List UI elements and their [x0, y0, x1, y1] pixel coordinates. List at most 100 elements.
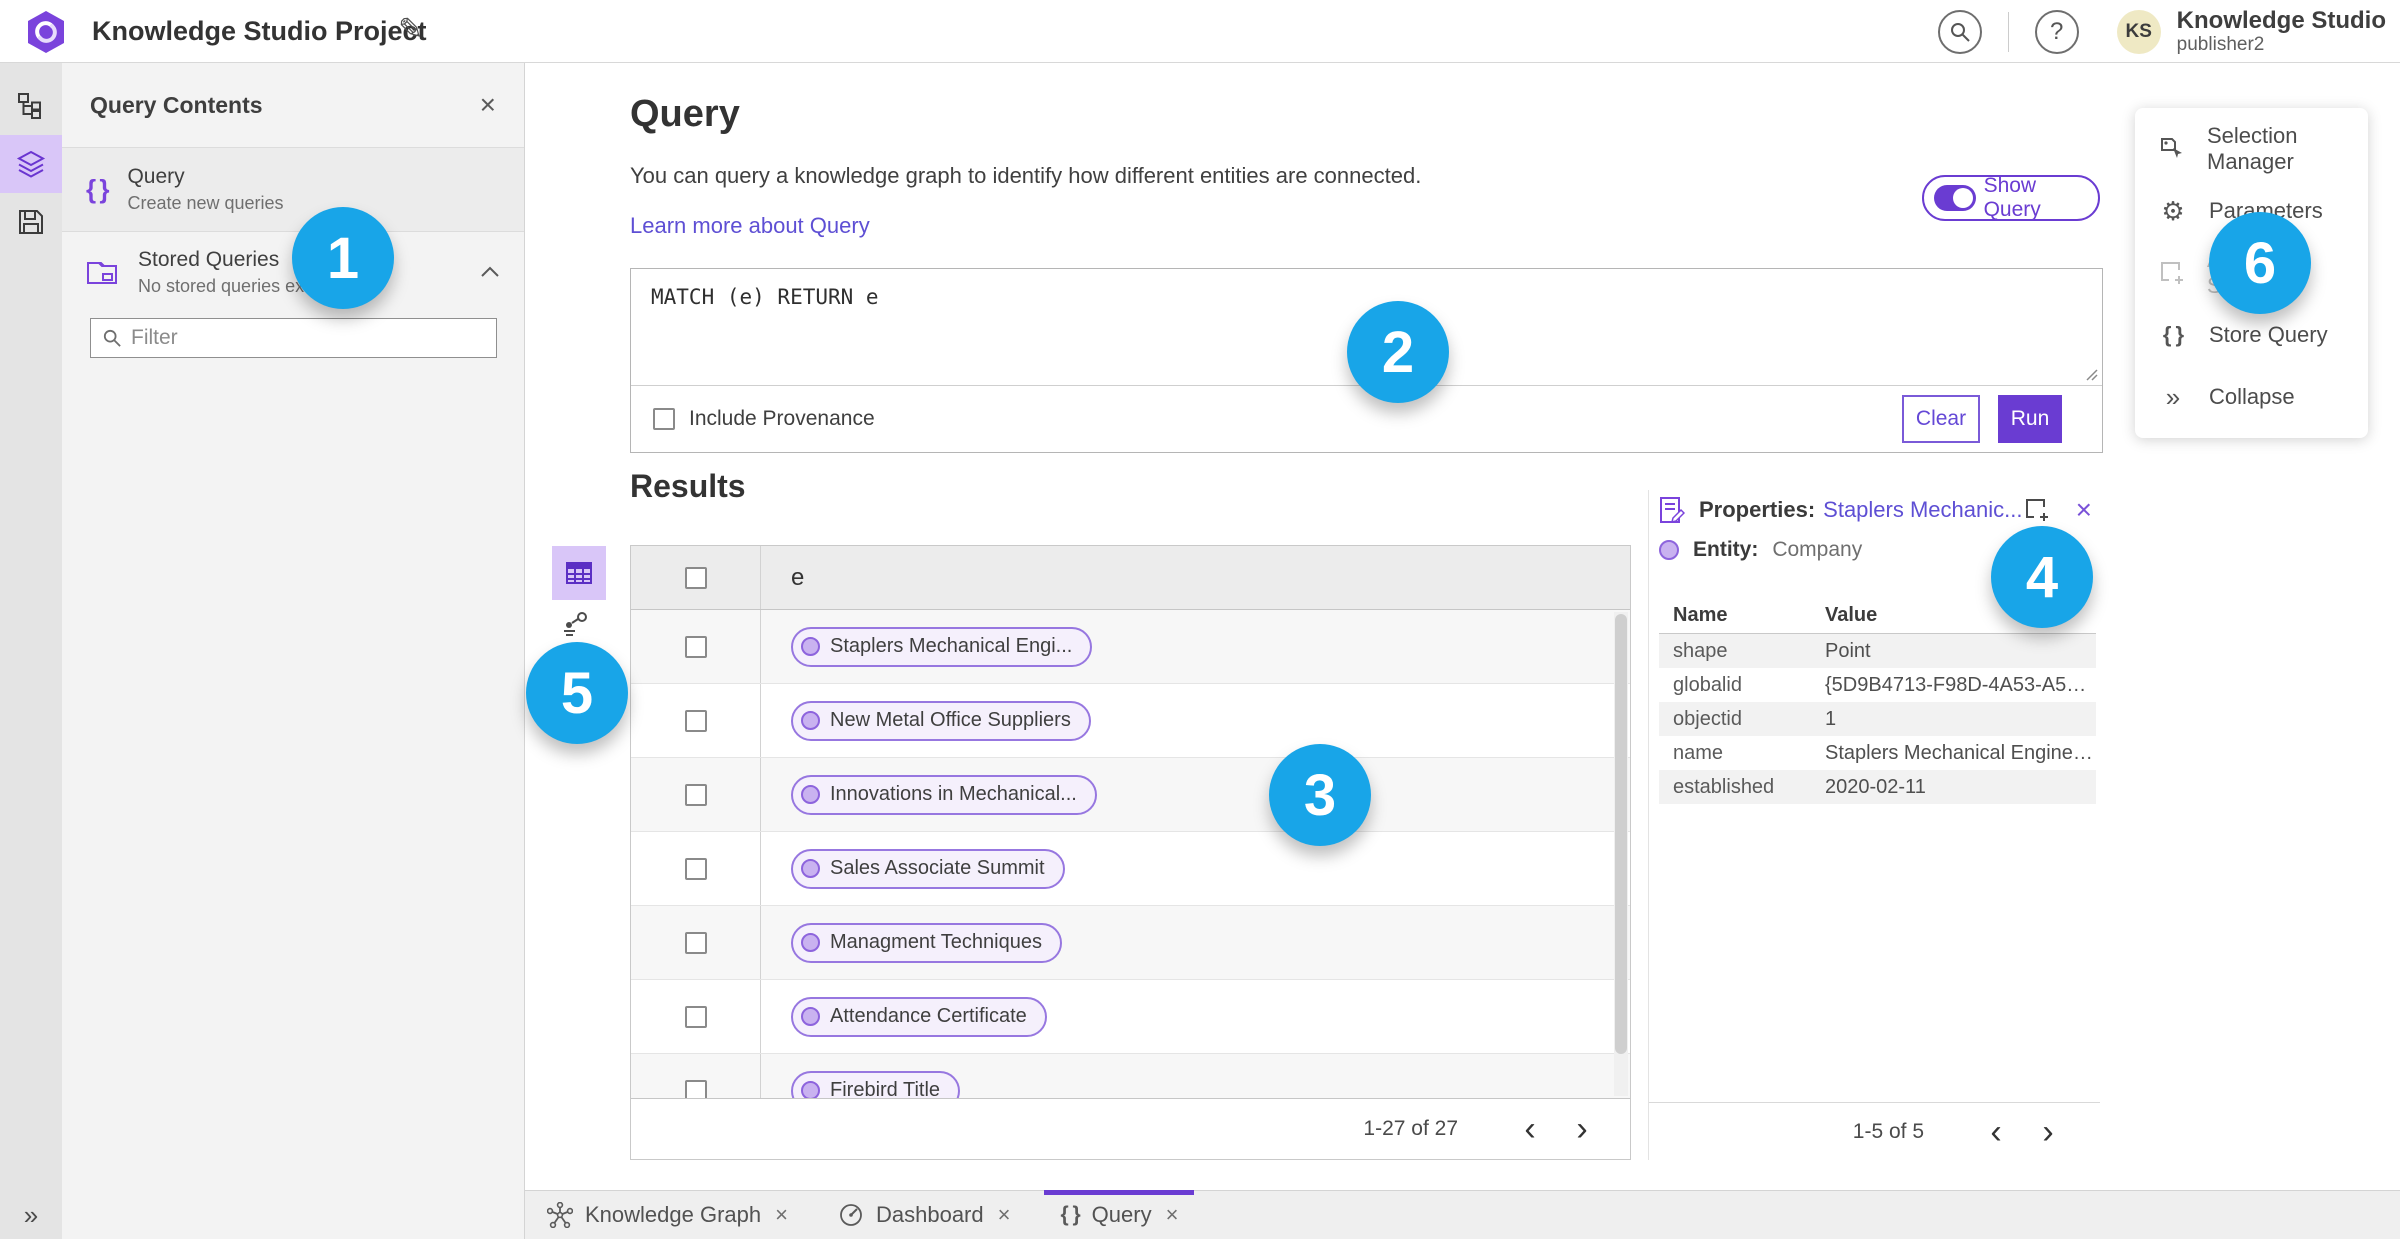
properties-entity-link[interactable]: Staplers Mechanic...	[1823, 497, 2022, 523]
show-query-toggle[interactable]: Show Query	[1922, 174, 2100, 221]
table-row[interactable]: Innovations in Mechanical...	[631, 758, 1630, 832]
menu-item-collapse[interactable]: » Collapse	[2135, 366, 2368, 428]
entity-chip[interactable]: Sales Associate Summit	[791, 848, 1065, 889]
table-row[interactable]: Staplers Mechanical Engi...	[631, 610, 1630, 684]
close-properties-icon[interactable]: ×	[2076, 496, 2092, 524]
table-row[interactable]: Managment Techniques	[631, 906, 1630, 980]
entity-dot-icon	[801, 1081, 820, 1098]
tree-item-title: Query	[127, 165, 185, 188]
prev-page-button[interactable]: ‹	[1970, 1115, 2022, 1149]
knowledge-graph-icon	[547, 1202, 573, 1228]
layers-view-button[interactable]	[0, 135, 62, 193]
tree-item-subtitle: No stored queries exist	[138, 275, 323, 296]
learn-more-link[interactable]: Learn more about Query	[630, 213, 870, 239]
entity-label: Entity:	[1693, 538, 1759, 561]
annotation-callout-5: 5	[526, 642, 628, 744]
braces-icon: { }	[1060, 1203, 1080, 1226]
entity-chip[interactable]: Managment Techniques	[791, 922, 1062, 963]
row-checkbox[interactable]	[684, 931, 707, 954]
properties-table: Name Value shape Point globalid {5D9B4713-…	[1659, 598, 2096, 804]
row-checkbox[interactable]	[684, 635, 707, 658]
menu-item-selection-manager[interactable]: Selection Manager	[2135, 118, 2368, 180]
results-title: Results	[630, 468, 746, 504]
expand-rail-button[interactable]: »	[0, 1200, 62, 1231]
entity-chip[interactable]: Attendance Certificate	[791, 996, 1047, 1037]
tab-dashboard[interactable]: Dashboard ×	[828, 1191, 1021, 1239]
property-row: objectid 1	[1659, 702, 2096, 736]
next-page-button[interactable]: ›	[1556, 1112, 1608, 1146]
row-checkbox[interactable]	[684, 857, 707, 880]
search-button[interactable]	[1937, 9, 1982, 54]
column-header-e: e	[791, 563, 805, 591]
annotation-callout-3: 3	[1269, 744, 1371, 846]
tree-item-query[interactable]: { } Query Create new queries	[62, 148, 524, 232]
entity-dot-icon	[801, 711, 820, 730]
close-tab-icon[interactable]: ×	[998, 1202, 1011, 1228]
include-provenance-checkbox[interactable]	[653, 408, 675, 430]
entity-chip[interactable]: Firebird Title	[791, 1070, 961, 1098]
prev-page-button[interactable]: ‹	[1504, 1112, 1556, 1146]
annotation-callout-1: 1	[292, 207, 394, 309]
stored-queries-icon	[87, 262, 117, 284]
table-scrollbar[interactable]	[1614, 612, 1628, 1096]
close-tab-icon[interactable]: ×	[775, 1202, 788, 1228]
panel-title: Query Contents	[90, 91, 263, 118]
row-checkbox[interactable]	[684, 1079, 707, 1098]
save-icon	[19, 210, 43, 234]
save-button[interactable]	[0, 193, 62, 251]
results-table-header: e	[631, 546, 1630, 610]
entity-dot-icon	[801, 859, 820, 878]
property-row: established 2020-02-11	[1659, 770, 2096, 804]
search-icon	[1950, 22, 1970, 42]
edit-title-icon[interactable]: ✎	[398, 12, 423, 47]
select-all-checkbox[interactable]	[684, 566, 707, 589]
close-tab-icon[interactable]: ×	[1166, 1202, 1179, 1228]
add-to-selection-icon[interactable]	[2024, 497, 2050, 523]
entity-dot-icon	[801, 1007, 820, 1026]
link-chart-icon	[564, 612, 587, 636]
entity-type-dot-icon	[1659, 540, 1679, 560]
entity-chip[interactable]: Innovations in Mechanical...	[791, 774, 1097, 815]
entity-chip[interactable]: Staplers Mechanical Engi...	[791, 626, 1093, 667]
help-button[interactable]: ?	[2034, 9, 2079, 54]
tab-query[interactable]: { } Query ×	[1044, 1190, 1195, 1239]
filter-input[interactable]	[131, 326, 484, 350]
link-chart-view-button[interactable]	[561, 611, 591, 642]
table-row[interactable]: Attendance Certificate	[631, 980, 1630, 1054]
close-panel-icon[interactable]: ×	[480, 91, 496, 119]
tab-knowledge-graph[interactable]: Knowledge Graph ×	[537, 1191, 798, 1239]
results-pagination: 1-27 of 27 ‹ ›	[631, 1098, 1630, 1159]
annotation-callout-4: 4	[1991, 526, 2093, 628]
stored-queries-filter[interactable]	[90, 318, 497, 358]
entity-dot-icon	[801, 637, 820, 656]
row-checkbox[interactable]	[684, 709, 707, 732]
table-icon	[566, 562, 592, 584]
next-page-button[interactable]: ›	[2022, 1115, 2074, 1149]
query-contents-panel: Query Contents × { } Query Create new qu…	[62, 63, 525, 1239]
row-checkbox[interactable]	[684, 783, 707, 806]
entity-chip[interactable]: New Metal Office Suppliers	[791, 700, 1091, 741]
query-description: You can query a knowledge graph to ident…	[630, 163, 1422, 188]
table-row[interactable]: Sales Associate Summit	[631, 832, 1630, 906]
app-logo	[28, 11, 64, 53]
run-button[interactable]: Run	[1998, 395, 2062, 443]
braces-icon: { }	[86, 174, 110, 204]
layers-icon	[16, 150, 46, 178]
table-row[interactable]: New Metal Office Suppliers	[631, 684, 1630, 758]
chevron-up-icon[interactable]	[480, 266, 500, 278]
entity-type-value: Company	[1772, 538, 1863, 561]
clear-button[interactable]: Clear	[1902, 395, 1980, 443]
annotation-callout-6: 6	[2209, 212, 2311, 314]
entity-dot-icon	[801, 785, 820, 804]
selection-manager-icon	[2161, 138, 2182, 158]
row-checkbox[interactable]	[684, 1005, 707, 1028]
query-page-title: Query	[630, 93, 740, 135]
table-row[interactable]: Firebird Title	[631, 1054, 1630, 1098]
entity-dot-icon	[801, 933, 820, 952]
resize-handle[interactable]	[2084, 367, 2098, 381]
hierarchy-view-button[interactable]	[0, 77, 62, 135]
property-row: globalid{5D9B4713-F98D-4A53-A59F-C11...	[1673, 673, 2096, 696]
user-avatar[interactable]: KS	[2116, 9, 2161, 54]
table-view-button[interactable]	[552, 546, 606, 600]
include-provenance-label: Include Provenance	[689, 407, 875, 430]
